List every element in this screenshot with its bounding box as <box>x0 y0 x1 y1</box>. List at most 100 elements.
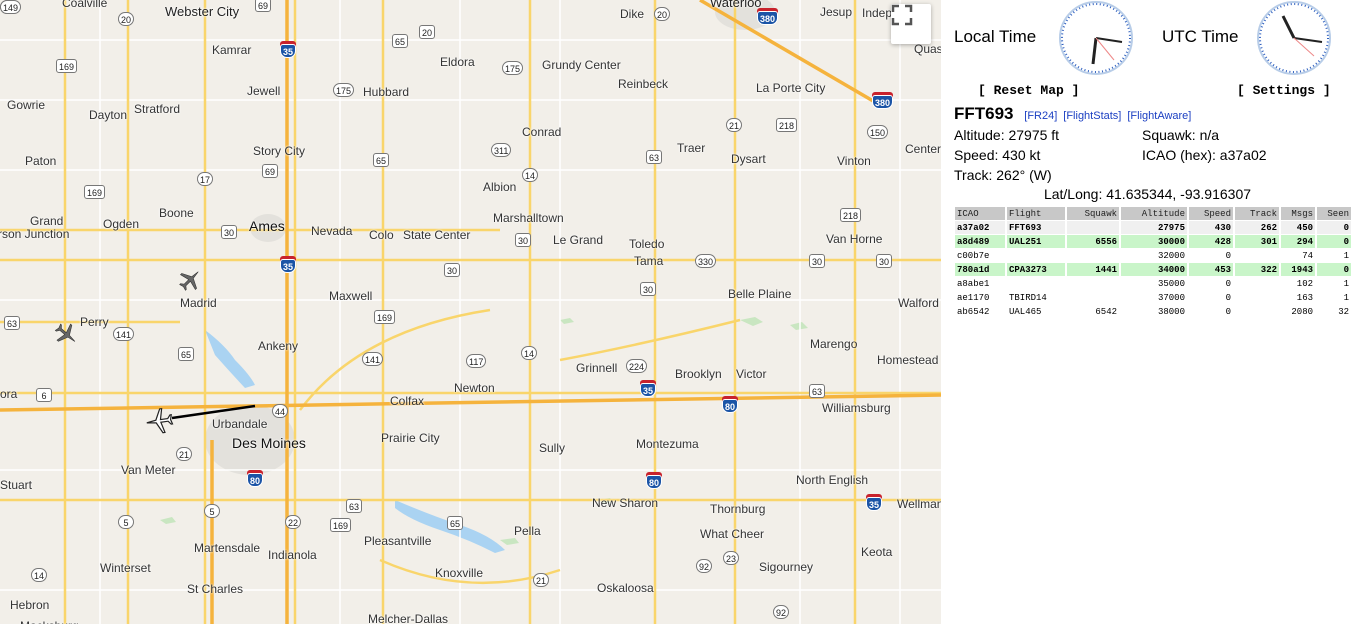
col-squawk[interactable]: Squawk <box>1067 207 1119 220</box>
col-seen[interactable]: Seen <box>1317 207 1351 220</box>
map-place-label: Albion <box>483 180 517 194</box>
cell-flight: FFT693 <box>1007 221 1065 234</box>
map-place-label: Story City <box>253 144 306 158</box>
route-shield: 14 <box>31 568 48 582</box>
flightaware-link[interactable]: [FlightAware] <box>1127 110 1191 122</box>
map-place-label: Walford <box>898 296 939 310</box>
map-place-label: Boone <box>159 206 194 220</box>
utc-time-label: UTC Time <box>1162 27 1239 46</box>
cell-altitude: 38000 <box>1157 306 1185 317</box>
aircraft-row[interactable]: a8d489 UAL251 6556 30000 428 301 294 0 <box>955 235 1351 248</box>
col-icao[interactable]: ICAO <box>955 207 1005 220</box>
sidebar: Local Time UTC Time [ Reset Map ] [ Sett… <box>941 0 1354 624</box>
cell-icao: a8abe1 <box>957 278 990 289</box>
route-shield: 21 <box>533 573 550 587</box>
cell-seen: 32 <box>1338 306 1349 317</box>
map-place-label: Winterset <box>100 561 151 575</box>
route-shield: 30 <box>444 263 461 277</box>
map-place-label: Hubbard <box>363 85 410 99</box>
route-shield: 21 <box>176 447 193 461</box>
track-value: Track: 262° (W) <box>954 167 1052 183</box>
cell-squawk <box>1067 291 1119 304</box>
map-place-label: Belle Plaine <box>728 287 792 301</box>
selected-aircraft-icon[interactable] <box>144 405 176 437</box>
route-shield: 63 <box>646 150 663 164</box>
aircraft-row[interactable]: c00b7e 32000 0 74 1 <box>955 249 1351 262</box>
route-shield: 92 <box>696 559 713 573</box>
route-shield: 20 <box>118 12 135 26</box>
cell-icao: a37a02 <box>955 221 1005 234</box>
map-view[interactable]: Coalville Webster City Kamrar Jewell Eldora H… <box>0 0 941 624</box>
cell-altitude: 30000 <box>1121 235 1187 248</box>
col-msgs[interactable]: Msgs <box>1281 207 1315 220</box>
route-shield: 30 <box>876 254 893 268</box>
map-place-label: Paton <box>25 154 57 168</box>
map-place-label: Stratford <box>134 102 181 116</box>
map-place-label: Montezuma <box>636 437 699 451</box>
route-shield: 65 <box>178 347 195 361</box>
route-shield: 80 <box>247 473 264 487</box>
map-place-label: Grinnell <box>576 361 618 375</box>
utc-clock-icon <box>1257 1 1331 75</box>
map-place-label: Waterloo <box>710 0 762 10</box>
cell-icao: 780a1d <box>955 263 1005 276</box>
map-place-label: Brooklyn <box>675 367 722 381</box>
col-altitude[interactable]: Altitude <box>1121 207 1187 220</box>
reset-map-button[interactable]: [ Reset Map ] <box>978 83 1079 98</box>
speed-value: Speed: 430 kt <box>954 147 1041 163</box>
fr24-link[interactable]: [FR24] <box>1024 110 1057 122</box>
map-place-label: Colo <box>369 228 394 242</box>
altitude-value: Altitude: 27975 ft <box>954 127 1060 143</box>
map-place-label: Jewell <box>247 84 281 98</box>
map-place-label: Grand <box>30 214 64 228</box>
map-place-label: Wellman <box>897 497 941 511</box>
map-place-label: Ankeny <box>258 339 299 353</box>
map-place-label: Hebron <box>10 598 50 612</box>
aircraft-row[interactable]: ae1170 TBIRD14 37000 0 163 1 <box>955 291 1351 304</box>
route-shield: 22 <box>285 515 302 529</box>
route-shield: 23 <box>723 551 740 565</box>
cell-msgs: 2080 <box>1291 306 1313 317</box>
cell-flight: UAL251 <box>1007 235 1065 248</box>
route-shield: 35 <box>866 497 883 511</box>
aircraft-marker-icon[interactable] <box>52 320 80 348</box>
local-clock-icon <box>1059 1 1133 75</box>
fullscreen-button[interactable] <box>891 4 931 44</box>
map-place-label: Thornburg <box>710 502 766 516</box>
cell-squawk: 1441 <box>1067 263 1119 276</box>
map-place-label: ora <box>0 387 18 401</box>
route-shield: 169 <box>56 59 78 73</box>
map-place-label: Marshalltown <box>493 211 564 225</box>
route-shield: 65 <box>373 153 390 167</box>
aircraft-marker-icon[interactable] <box>176 266 204 294</box>
cell-track <box>1235 291 1279 304</box>
route-shield: 149 <box>0 0 22 14</box>
cell-speed: 0 <box>1225 292 1231 303</box>
aircraft-row[interactable]: 780a1d CPA3273 1441 34000 453 322 1943 0 <box>955 263 1351 276</box>
aircraft-row[interactable]: a8abe1 35000 0 102 1 <box>955 277 1351 290</box>
col-speed[interactable]: Speed <box>1189 207 1233 220</box>
cell-squawk <box>1067 249 1119 262</box>
aircraft-row[interactable]: ab6542 UAL465 6542 38000 0 2080 32 <box>955 305 1351 318</box>
col-flight[interactable]: Flight <box>1007 207 1065 220</box>
col-track[interactable]: Track <box>1235 207 1279 220</box>
map-place-label: Urbandale <box>212 417 268 431</box>
route-shield: 169 <box>374 310 396 324</box>
route-shield: 169 <box>330 518 352 532</box>
map-place-label: Stuart <box>0 478 33 492</box>
route-shield: 30 <box>809 254 826 268</box>
map-place-label: Madrid <box>180 296 217 310</box>
map-place-label: Melcher-Dallas <box>368 612 449 624</box>
aircraft-row[interactable]: a37a02 FFT693 27975 430 262 450 0 <box>955 221 1351 234</box>
route-shield: 175 <box>333 83 355 97</box>
map-place-label: Maxwell <box>329 289 373 303</box>
cell-squawk <box>1067 221 1119 234</box>
map-place-label: Reinbeck <box>618 77 669 91</box>
settings-button[interactable]: [ Settings ] <box>1237 83 1331 98</box>
flightstats-link[interactable]: [FlightStats] <box>1063 110 1121 122</box>
cell-msgs: 102 <box>1296 278 1313 289</box>
cell-icao: ab6542 <box>957 306 990 317</box>
route-shield: 380 <box>757 11 779 25</box>
cell-seen: 0 <box>1317 221 1351 234</box>
route-shield: 380 <box>872 95 894 109</box>
